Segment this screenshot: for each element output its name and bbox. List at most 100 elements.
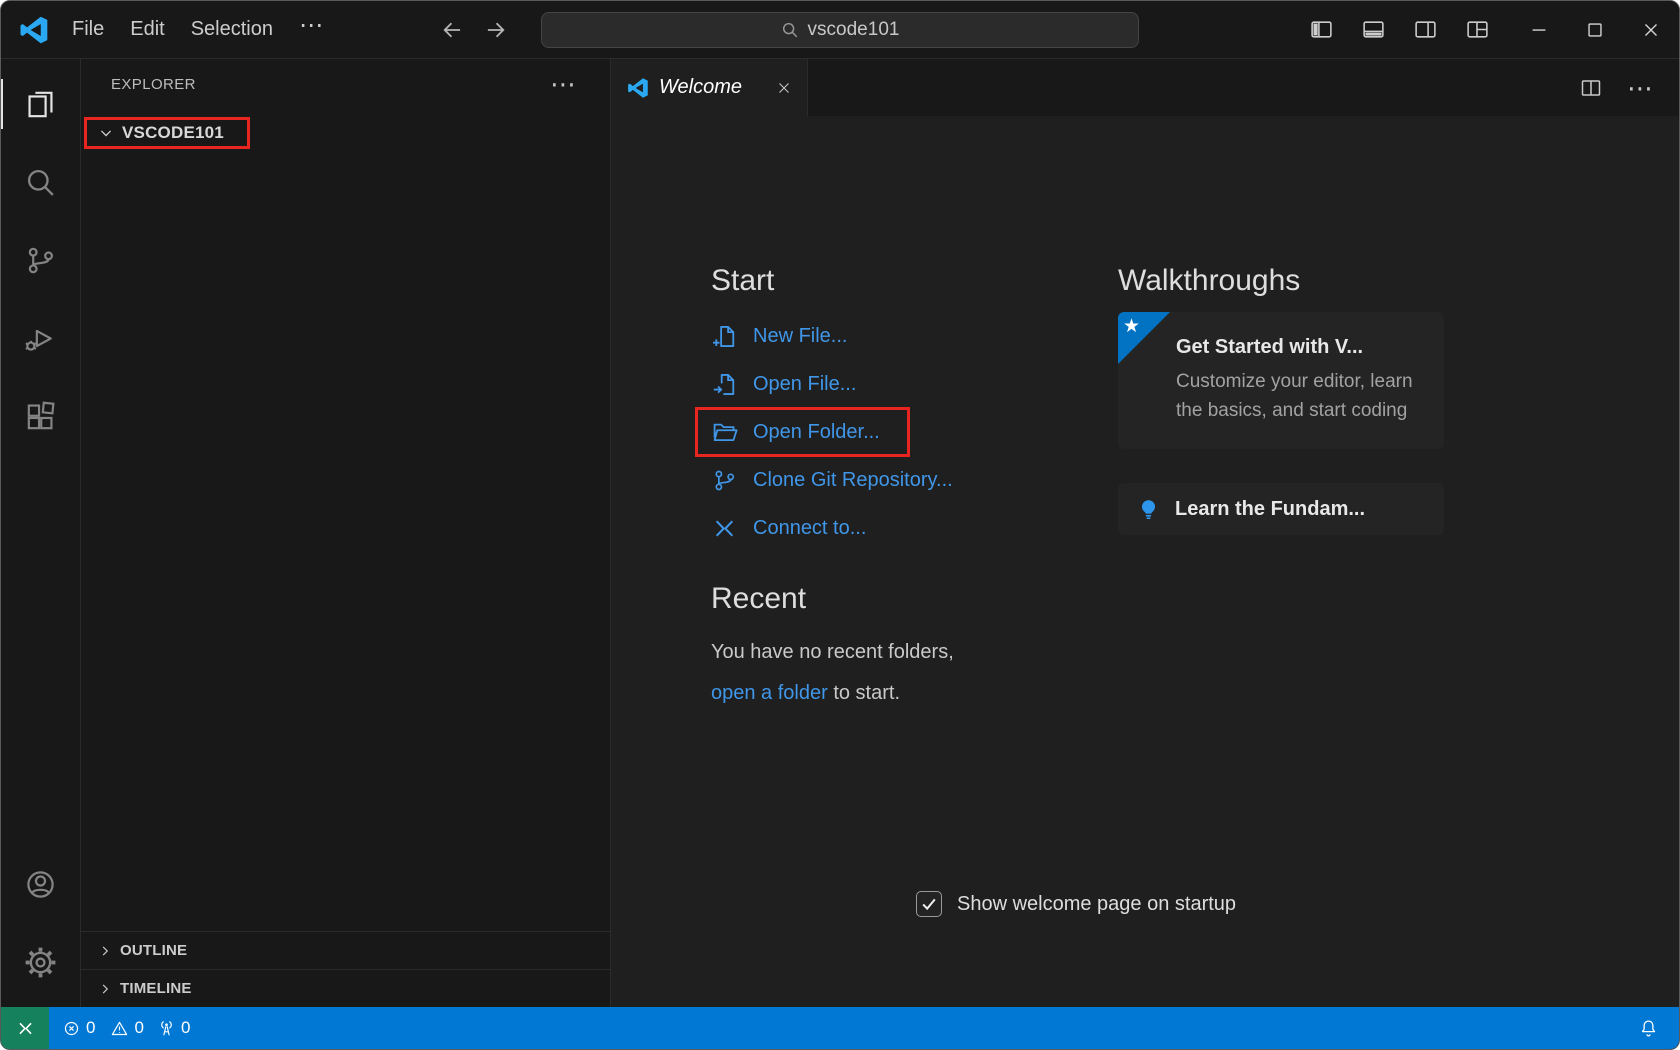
error-icon: [62, 1019, 81, 1038]
close-icon[interactable]: [1623, 1, 1679, 58]
layout-controls: [1299, 10, 1499, 50]
title-bar: File Edit Selection ⋯ vscode101: [1, 1, 1679, 59]
tab-bar: Welcome ⋯: [611, 59, 1679, 116]
vscode-logo-icon: [627, 77, 649, 99]
chevron-right-icon: [96, 942, 114, 960]
walkthroughs-heading: Walkthroughs: [1118, 264, 1444, 298]
sidebar-bottom-sections: OUTLINE TIMELINE: [81, 931, 610, 1007]
error-count: 0: [86, 1018, 95, 1038]
section-label: OUTLINE: [120, 942, 187, 959]
startup-option: Show welcome page on startup: [916, 891, 1236, 917]
vscode-window: File Edit Selection ⋯ vscode101: [0, 0, 1680, 1050]
sidebar-more-actions-icon[interactable]: ⋯: [550, 78, 576, 90]
git-branch-icon: [23, 243, 58, 278]
open-a-folder-link[interactable]: open a folder: [711, 682, 828, 704]
status-bar: 0 0 0: [1, 1007, 1679, 1049]
toggle-primary-sidebar-icon[interactable]: [1299, 10, 1343, 50]
welcome-startup-checkbox[interactable]: [916, 891, 942, 917]
menu-bar: File Edit Selection ⋯: [59, 12, 336, 47]
recent-empty-text: You have no recent folders,: [711, 641, 954, 663]
activity-source-control[interactable]: [1, 221, 81, 299]
card-title: Get Started with V...: [1176, 336, 1422, 359]
start-link-open-folder[interactable]: Open Folder...: [711, 408, 880, 456]
remote-indicator[interactable]: [1, 1007, 49, 1049]
back-arrow-icon[interactable]: [439, 17, 465, 43]
gear-icon: [23, 945, 58, 980]
menu-overflow-icon[interactable]: ⋯: [286, 17, 336, 43]
activity-explorer[interactable]: [1, 65, 81, 143]
startup-checkbox-label: Show welcome page on startup: [957, 893, 1236, 916]
section-timeline[interactable]: TIMELINE: [81, 969, 610, 1007]
activity-bar: [1, 59, 81, 1007]
vscode-logo-icon: [19, 15, 49, 45]
activity-search[interactable]: [1, 143, 81, 221]
start-link-new-file[interactable]: New File...: [711, 312, 847, 360]
command-center-title: vscode101: [808, 19, 900, 41]
warning-count: 0: [134, 1018, 143, 1038]
run-debug-icon: [23, 321, 58, 356]
recent-empty-state: You have no recent folders, open a folde…: [711, 632, 1081, 714]
editor-actions: ⋯: [1579, 59, 1679, 116]
activity-settings[interactable]: [1, 923, 81, 1001]
ports-status[interactable]: 0: [157, 1018, 190, 1038]
explorer-sidebar: EXPLORER ⋯ VSCODE101 OUTLINE TIMELINE: [81, 59, 611, 1007]
warning-icon: [110, 1019, 129, 1038]
recent-suffix-text: to start.: [828, 682, 900, 704]
start-heading: Start: [711, 264, 1081, 298]
search-icon: [23, 165, 58, 200]
section-label: TIMELINE: [120, 980, 192, 997]
forward-arrow-icon[interactable]: [483, 17, 509, 43]
search-icon: [781, 21, 799, 39]
customize-layout-icon[interactable]: [1455, 10, 1499, 50]
split-editor-icon[interactable]: [1579, 76, 1603, 100]
card-title: Learn the Fundam...: [1175, 498, 1365, 521]
editor-area: Welcome ⋯ Start: [611, 59, 1679, 1007]
history-navigation: [439, 1, 509, 58]
activity-extensions[interactable]: [1, 377, 81, 455]
chevron-right-icon: [96, 980, 114, 998]
activity-run-debug[interactable]: [1, 299, 81, 377]
toggle-secondary-sidebar-icon[interactable]: [1403, 10, 1447, 50]
chevron-down-icon: [96, 123, 116, 143]
account-icon: [23, 867, 58, 902]
recent-heading: Recent: [711, 582, 1081, 616]
notifications-bell[interactable]: [1638, 1018, 1659, 1039]
editor-more-actions-icon[interactable]: ⋯: [1627, 82, 1653, 94]
start-link-open-file[interactable]: Open File...: [711, 360, 856, 408]
folder-name: VSCODE101: [122, 123, 224, 143]
activity-accounts[interactable]: [1, 845, 81, 923]
ports-count: 0: [181, 1018, 190, 1038]
toggle-panel-icon[interactable]: [1351, 10, 1395, 50]
start-link-clone-repo[interactable]: Clone Git Repository...: [711, 456, 953, 504]
extensions-icon: [23, 399, 58, 434]
sidebar-header: EXPLORER ⋯: [81, 59, 610, 109]
title-bar-right: [1299, 1, 1679, 58]
new-file-icon: [711, 323, 738, 350]
start-link-connect-to[interactable]: Connect to...: [711, 504, 866, 552]
check-icon: [919, 894, 939, 914]
folder-section-vscode101[interactable]: VSCODE101: [84, 117, 250, 149]
open-file-icon: [711, 371, 738, 398]
walkthrough-card-get-started[interactable]: ★ Get Started with V... Customize your e…: [1118, 312, 1444, 449]
section-outline[interactable]: OUTLINE: [81, 931, 610, 969]
tab-welcome[interactable]: Welcome: [611, 59, 808, 116]
radio-tower-icon: [157, 1019, 176, 1038]
walkthrough-card-learn-fundamentals[interactable]: Learn the Fundam...: [1118, 483, 1444, 535]
maximize-icon[interactable]: [1567, 1, 1623, 58]
card-description: Customize your editor, learn the basics,…: [1176, 367, 1422, 425]
sidebar-title: EXPLORER: [111, 76, 196, 93]
menu-edit[interactable]: Edit: [117, 12, 177, 47]
window-controls: [1511, 1, 1679, 58]
welcome-page: Start New File... Open File... Open F: [611, 116, 1679, 1007]
menu-file[interactable]: File: [59, 12, 117, 47]
start-list: New File... Open File... Open Folder...: [711, 312, 1081, 552]
bell-icon: [1638, 1018, 1659, 1039]
problems-status[interactable]: 0 0: [62, 1018, 144, 1038]
files-icon: [23, 87, 58, 122]
command-center[interactable]: vscode101: [541, 12, 1139, 48]
menu-selection[interactable]: Selection: [178, 12, 286, 47]
minimize-icon[interactable]: [1511, 1, 1567, 58]
tab-close-icon[interactable]: [775, 79, 793, 97]
git-branch-icon: [711, 467, 738, 494]
lightbulb-icon: [1136, 497, 1161, 522]
